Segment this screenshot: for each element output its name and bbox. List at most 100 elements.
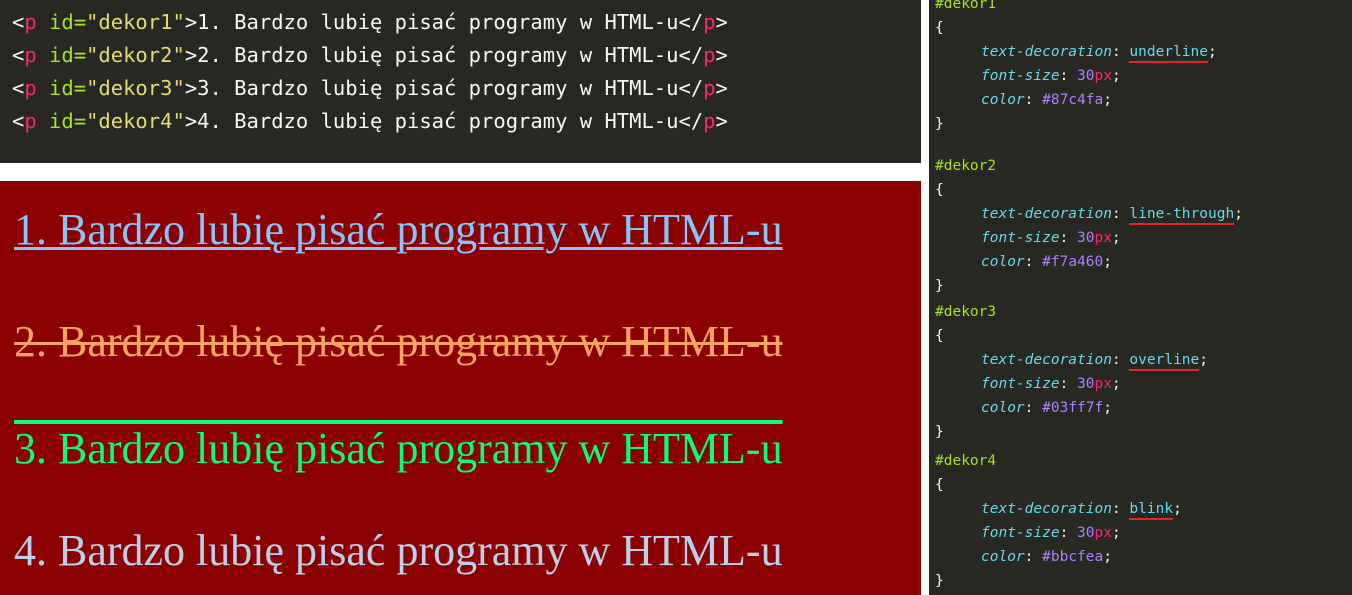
html-code-editor[interactable]: <p id="dekor1">1. Bardzo lubię pisać pro… [0,0,921,163]
preview-paragraph-4: 4. Bardzo lubię pisać programy w HTML-u [14,526,783,575]
css-property: font-size [981,376,1060,392]
css-declaration: color: #03ff7f; [935,396,1208,420]
html-code-line: <p id="dekor1">1. Bardzo lubię pisać pro… [12,6,921,39]
code-token: > [184,109,198,133]
css-semicolon: ; [1111,68,1121,84]
code-token: p [24,109,37,133]
code-token: "dekor2" [86,43,185,67]
css-colon: : [1024,254,1043,270]
code-token: p [24,10,37,34]
code-token: < [12,10,25,34]
css-open-brace: { [935,182,944,198]
css-close-brace: } [935,278,944,294]
code-token: id= [36,109,87,133]
code-token: </ [678,109,704,133]
css-declaration: text-decoration: overline; [935,348,1208,372]
code-token: 3. Bardzo lubię pisać programy w HTML-u [197,76,679,100]
css-color-value: #bbcfea [1042,549,1104,565]
code-token: 4. Bardzo lubię pisać programy w HTML-u [197,109,679,133]
css-value: blink [1129,501,1174,520]
css-semicolon: ; [1208,44,1217,60]
code-token: < [12,76,25,100]
css-code-editor[interactable]: #dekor1 { text-decoration: underline; fo… [929,0,1352,595]
css-colon: : [1111,501,1130,517]
code-token: > [184,10,198,34]
css-close-brace: } [935,116,944,132]
css-rule-dekor3: #dekor3 { text-decoration: overline; fon… [935,300,1208,444]
css-open-brace: { [935,20,944,36]
code-token: p [703,76,716,100]
code-token: p [703,109,716,133]
css-color-value: #03ff7f [1042,400,1104,416]
css-property: font-size [981,68,1060,84]
code-token: p [703,10,716,34]
css-open-brace: { [935,328,944,344]
css-colon: : [1111,44,1130,60]
css-semicolon: ; [1173,501,1182,517]
css-property: color [981,549,1025,565]
css-close-brace: } [935,424,944,440]
css-colon: : [1059,525,1078,541]
css-unit: px [1094,525,1112,541]
css-semicolon: ; [1234,206,1243,222]
css-rule-dekor2: #dekor2 { text-decoration: line-through;… [935,154,1243,298]
css-semicolon: ; [1103,254,1112,270]
css-number: 30 [1077,376,1095,392]
html-code-line: <p id="dekor3">3. Bardzo lubię pisać pro… [12,72,921,105]
css-selector: #dekor4 [935,453,997,469]
css-close-brace: } [935,573,944,589]
css-semicolon: ; [1103,549,1112,565]
css-open-brace: { [935,477,944,493]
css-colon: : [1059,376,1078,392]
preview-paragraph-3: 3. Bardzo lubię pisać programy w HTML-u [14,424,783,473]
css-rule-dekor4: #dekor4 { text-decoration: blink; font-s… [935,449,1182,593]
css-unit: px [1094,376,1112,392]
css-property: color [981,92,1025,108]
css-value: underline [1129,44,1208,63]
code-token: </ [678,10,704,34]
css-semicolon: ; [1199,352,1208,368]
css-semicolon: ; [1111,376,1121,392]
css-selector: #dekor2 [935,158,997,174]
css-number: 30 [1077,68,1095,84]
code-token: </ [678,76,704,100]
code-token: id= [36,76,87,100]
css-declaration: text-decoration: line-through; [935,202,1243,226]
css-colon: : [1059,230,1078,246]
code-token: p [24,43,37,67]
css-rule-dekor1: #dekor1 { text-decoration: underline; fo… [935,0,1217,136]
css-declaration: color: #bbcfea; [935,545,1182,569]
code-token: "dekor3" [86,76,185,100]
css-color-value: #87c4fa [1042,92,1104,108]
code-token: </ [678,43,704,67]
css-property: color [981,400,1025,416]
css-color-value: #f7a460 [1042,254,1104,270]
code-token: p [703,43,716,67]
code-token: 2. Bardzo lubię pisać programy w HTML-u [197,43,679,67]
code-token: id= [36,43,87,67]
css-number: 30 [1077,230,1095,246]
css-declaration: text-decoration: underline; [935,40,1217,64]
css-property: text-decoration [981,501,1112,517]
preview-paragraph-1: 1. Bardzo lubię pisać programy w HTML-u [14,205,783,254]
code-token: > [715,109,728,133]
css-colon: : [1024,549,1043,565]
html-code-line: <p id="dekor2">2. Bardzo lubię pisać pro… [12,39,921,72]
css-colon: : [1111,352,1130,368]
css-property: text-decoration [981,352,1112,368]
css-property: text-decoration [981,44,1112,60]
css-colon: : [1024,400,1043,416]
css-selector: #dekor3 [935,304,997,320]
css-property: text-decoration [981,206,1112,222]
css-colon: : [1024,92,1043,108]
css-declaration: color: #f7a460; [935,250,1243,274]
code-token: < [12,43,25,67]
css-selector: #dekor1 [935,0,997,12]
css-declaration: font-size: 30px; [935,372,1208,396]
html-code-line: <p id="dekor4">4. Bardzo lubię pisać pro… [12,105,921,138]
css-semicolon: ; [1103,400,1112,416]
code-token: "dekor4" [86,109,185,133]
css-semicolon: ; [1103,92,1112,108]
css-declaration: font-size: 30px; [935,521,1182,545]
css-colon: : [1111,206,1130,222]
